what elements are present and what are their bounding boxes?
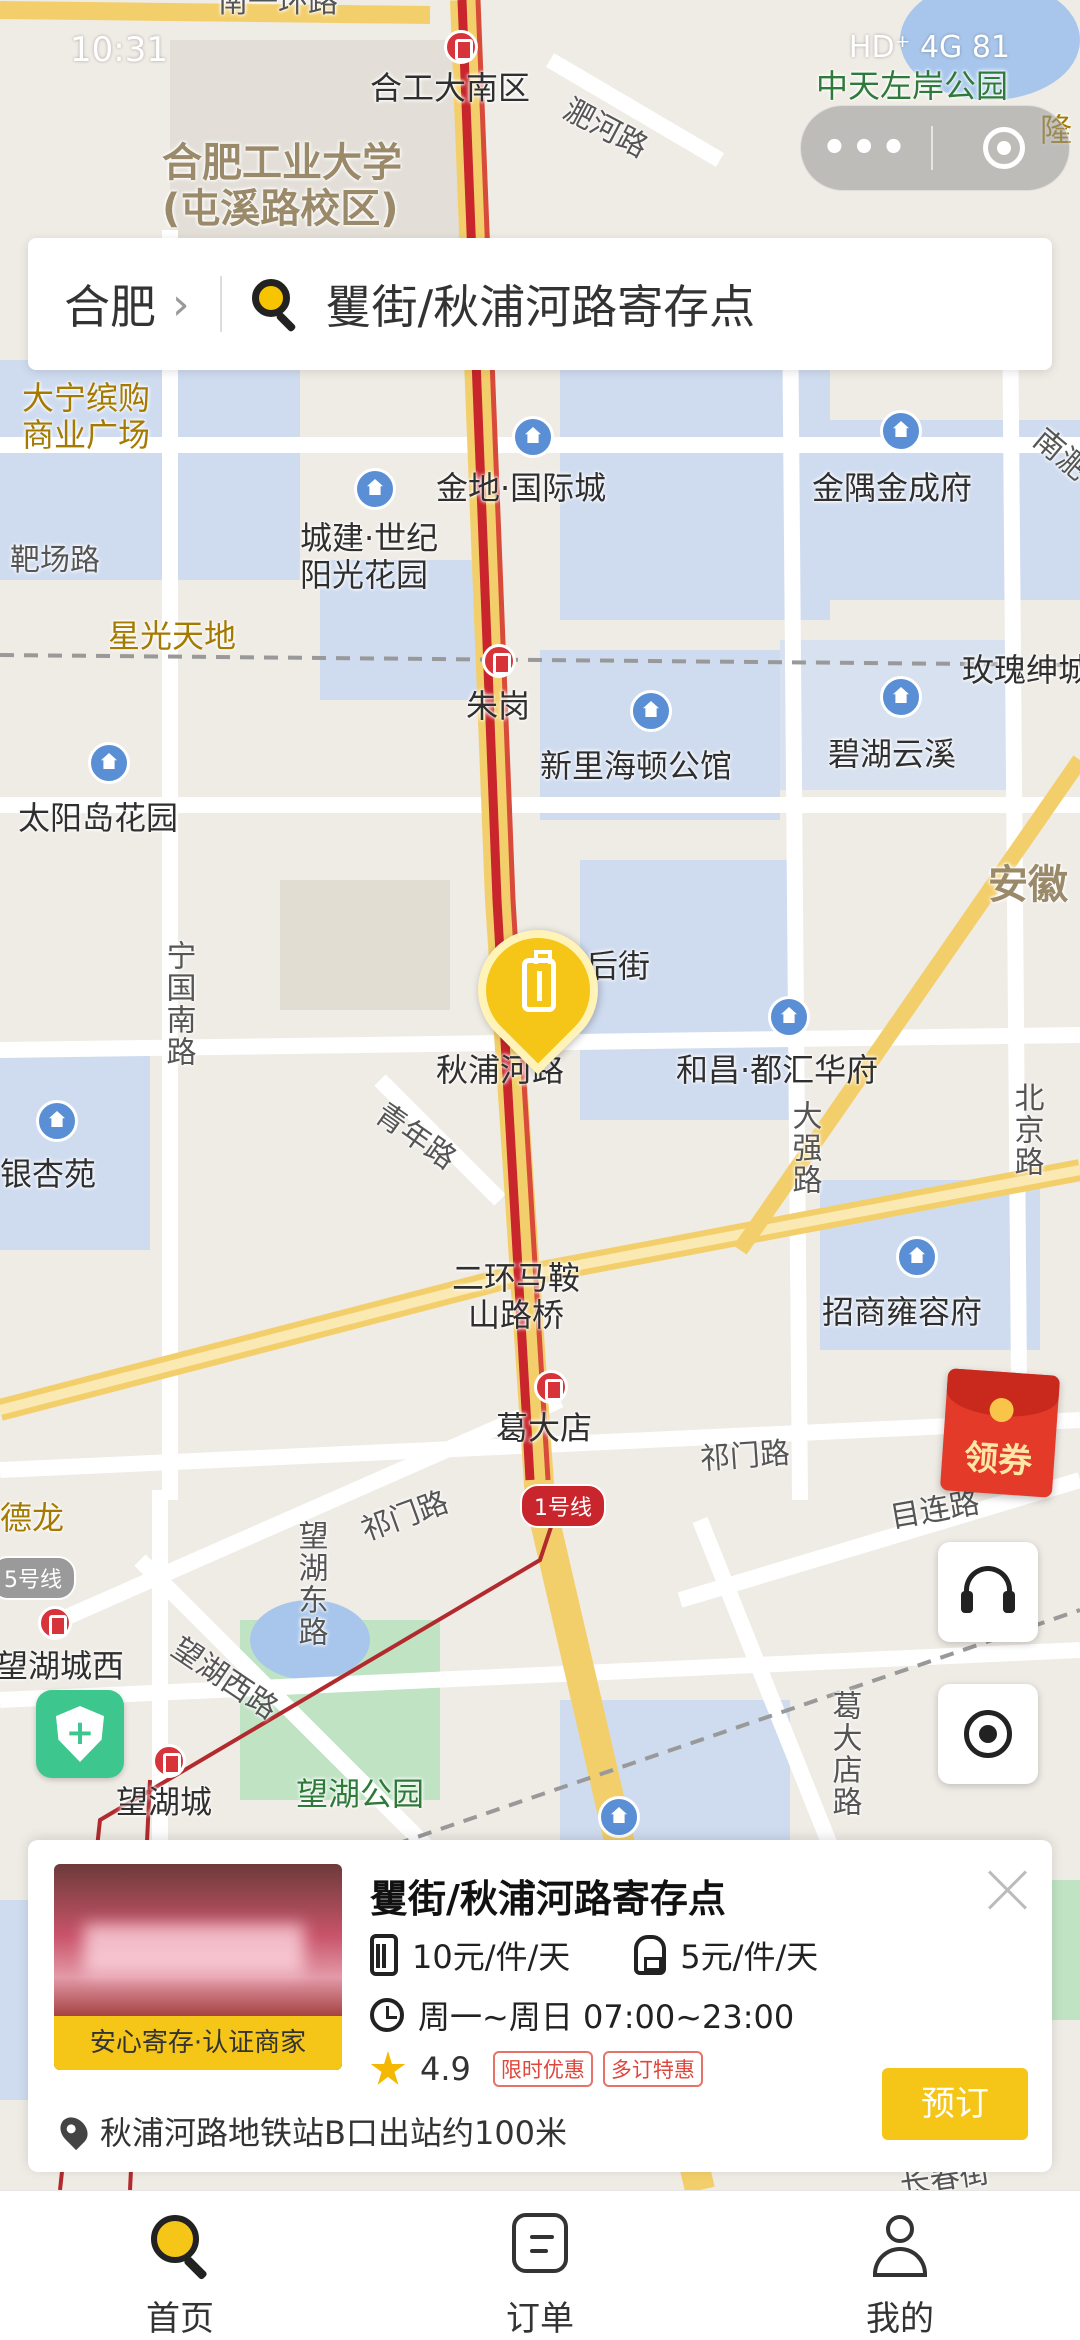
map-label: 葛大店 (496, 1409, 593, 1447)
headset-icon (961, 1566, 1015, 1613)
star-icon (370, 2051, 406, 2085)
map-label: 碧湖云溪 (828, 735, 957, 773)
metro-station-marker[interactable] (482, 644, 516, 678)
rating-value: 4.9 (420, 2050, 471, 2088)
map-label: 金隅金成府 (812, 469, 973, 507)
bottom-tab-bar: 首页 订单 我的 (0, 2190, 1080, 2340)
search-divider (219, 276, 222, 332)
more-menu-button[interactable]: ••• (801, 125, 931, 171)
map-label: 招商雍容府 (822, 1293, 983, 1331)
capsule-divider (931, 126, 933, 170)
map-label: 银杏苑 (0, 1155, 97, 1193)
map-label: 二环马鞍 山路桥 (452, 1259, 581, 1334)
map-label: 大宁缤购 商业广场 (22, 379, 151, 454)
map-label: 宁国南路 (160, 940, 196, 1068)
poi-marker[interactable] (880, 410, 922, 452)
certified-badge: 安心寄存·认证商家 (54, 2016, 342, 2070)
backpack-icon (634, 1935, 667, 1975)
user-icon (867, 2213, 933, 2279)
map-label: 望湖城西 (0, 1647, 125, 1685)
close-miniprogram-button[interactable] (983, 127, 1025, 169)
poi-marker[interactable] (598, 1796, 640, 1838)
location-text: 秋浦河路地铁站B口出站约100米 (100, 2114, 568, 2152)
map-label: 靶场路 (10, 543, 100, 578)
metro-line-5-tag: 5号线 (0, 1556, 76, 1600)
locate-icon (964, 1710, 1012, 1758)
map-label: 朱岗 (466, 687, 531, 725)
map-label: 安徽 (988, 862, 1068, 908)
clock-icon (370, 1998, 404, 2032)
map-label: 玫瑰绅城 (962, 651, 1080, 689)
status-time: 10:31 (70, 30, 168, 70)
poi-marker[interactable] (36, 1100, 78, 1142)
map-label: 新里海顿公馆 (540, 747, 733, 785)
search-bar: 合肥 › 矍街/秋浦河路寄存点 (28, 238, 1052, 370)
opening-hours: 周一~周日 07:00~23:00 (418, 1998, 795, 2036)
search-icon (147, 2213, 213, 2281)
map-label: 星光天地 (108, 617, 237, 655)
map-label: 金地·国际城 (436, 469, 607, 507)
insurance-shield-button[interactable]: + (36, 1690, 124, 1778)
plus-icon: + (65, 1713, 95, 1753)
price-row: 10元/件/天 5元/件/天 (370, 1932, 818, 1978)
tab-label: 我的 (866, 2299, 934, 2339)
search-input[interactable]: 矍街/秋浦河路寄存点 (326, 271, 756, 337)
coupon-red-envelope-button[interactable]: 领券 (939, 1368, 1061, 1498)
map-label: 德龙 (0, 1499, 65, 1537)
store-card[interactable]: 安心寄存·认证商家 矍街/秋浦河路寄存点 10元/件/天 5元/件/天 周一~周… (28, 1840, 1052, 2172)
envelope-seal-icon (988, 1397, 1015, 1423)
hours-row: 周一~周日 07:00~23:00 (370, 1992, 794, 2038)
coupon-label: 领券 (962, 1437, 1034, 1483)
tab-label: 订单 (506, 2299, 574, 2339)
map-label: 祁门路 (698, 1435, 792, 1478)
metro-station-marker[interactable] (38, 1606, 72, 1640)
storage-location-pin[interactable] (453, 905, 623, 1080)
map-label: 合肥工业大学 (屯溪路校区) (162, 140, 402, 232)
price-luggage: 10元/件/天 (412, 1938, 571, 1976)
store-name: 矍街/秋浦河路寄存点 (370, 1877, 726, 1921)
map-label: 和昌·都汇华府 (676, 1051, 879, 1089)
poi-marker[interactable] (512, 416, 554, 458)
customer-service-button[interactable] (938, 1542, 1038, 1642)
locate-me-button[interactable] (938, 1684, 1038, 1784)
map-label: 葛大店路 (826, 1690, 862, 1818)
promo-tag: 多订特惠 (602, 2051, 703, 2087)
search-icon (251, 279, 302, 333)
close-icon[interactable] (986, 1868, 1030, 1912)
map-label: 望湖东路 (292, 1520, 328, 1648)
poi-marker[interactable] (354, 468, 396, 510)
promo-tag: 限时优惠 (492, 2051, 593, 2087)
poi-marker[interactable] (88, 742, 130, 784)
metro-station-marker[interactable] (534, 1370, 568, 1404)
city-selector[interactable]: 合肥 (64, 271, 156, 337)
suitcase-icon (370, 1934, 398, 1976)
location-row: 秋浦河路地铁站B口出站约100米 (54, 2108, 568, 2154)
metro-line-1-tag: 1号线 (520, 1484, 606, 1528)
tab-home[interactable]: 首页 (0, 2191, 360, 2340)
metro-station-marker[interactable] (152, 1744, 186, 1778)
map-label: 北京路 (1008, 1082, 1044, 1178)
poi-marker[interactable] (630, 690, 672, 732)
poi-marker[interactable] (880, 676, 922, 718)
map-label: 大强路 (786, 1100, 822, 1196)
location-pin-icon (54, 2111, 94, 2151)
tab-label: 首页 (146, 2299, 214, 2339)
luggage-icon (522, 950, 556, 1012)
map-label: 城建·世纪 阳光花园 (300, 519, 439, 594)
tab-me[interactable]: 我的 (720, 2191, 1080, 2340)
status-bar: 10:31 HD⁺ 4G 81 (0, 0, 1080, 90)
poi-marker[interactable] (896, 1236, 938, 1278)
tab-orders[interactable]: 订单 (360, 2191, 720, 2340)
status-icons: HD⁺ 4G 81 (848, 30, 1010, 65)
rating-row: 4.9 限时优惠 多订特惠 (370, 2050, 713, 2088)
price-bag: 5元/件/天 (680, 1938, 819, 1976)
map-label: 望湖城 (116, 1783, 213, 1821)
poi-marker[interactable] (768, 996, 810, 1038)
map-label: 望湖公园 (296, 1775, 425, 1813)
book-button[interactable]: 预订 (882, 2068, 1028, 2140)
order-icon (512, 2213, 568, 2273)
chevron-right-icon[interactable]: › (172, 279, 190, 330)
map-label: 太阳岛花园 (18, 799, 179, 837)
miniprogram-capsule: ••• (800, 105, 1070, 191)
